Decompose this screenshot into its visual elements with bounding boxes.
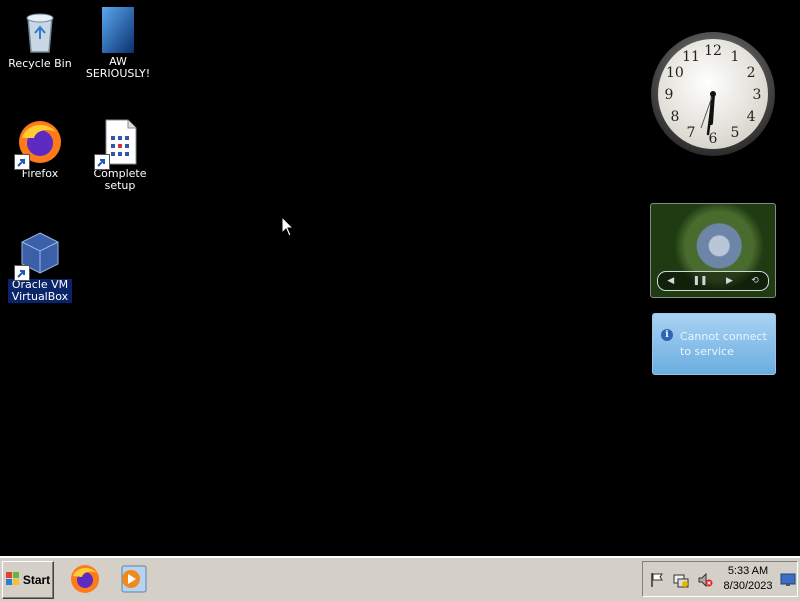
clock-numeral: 5 xyxy=(731,125,740,141)
windows-logo-icon xyxy=(5,571,20,589)
clock-numeral: 3 xyxy=(753,87,762,103)
show-desktop-icon[interactable] xyxy=(780,572,796,588)
slideshow-gadget[interactable]: ◀ ❚❚ ▶ ⟲ xyxy=(650,203,776,298)
quicklaunch-firefox[interactable] xyxy=(70,564,100,594)
weather-message: Cannot connect to service xyxy=(680,330,767,358)
desktop-icon-label: Complete setup xyxy=(93,167,147,192)
mouse-cursor-icon xyxy=(281,216,295,237)
desktop-icon-label: AW SERIOUSLY! xyxy=(85,55,151,80)
previous-icon[interactable]: ◀ xyxy=(667,276,674,286)
tray-clock-date[interactable]: 8/30/2023 xyxy=(715,580,781,592)
clock-numeral: 9 xyxy=(665,87,674,103)
virtualbox-icon xyxy=(14,229,64,281)
shortcut-arrow-icon xyxy=(14,154,30,170)
desktop-icon-complete-setup[interactable]: Complete setup xyxy=(80,118,160,192)
desktop-icon-label: Oracle VM VirtualBox xyxy=(8,279,72,303)
clock-numeral: 7 xyxy=(687,125,696,141)
tray-clock-time[interactable]: 5:33 AM xyxy=(715,565,781,577)
clock-numeral: 2 xyxy=(747,65,756,81)
clock-numeral: 1 xyxy=(731,49,740,65)
desktop-icon-virtualbox[interactable]: Oracle VM VirtualBox xyxy=(0,229,80,303)
view-icon[interactable]: ⟲ xyxy=(751,276,759,286)
clock-gadget[interactable]: 12 1 2 3 4 5 6 7 8 9 10 11 xyxy=(649,30,777,158)
start-button[interactable]: Start xyxy=(2,561,54,599)
media-player-icon xyxy=(121,565,147,593)
clock-numeral: 4 xyxy=(747,109,756,125)
clock-numeral: 10 xyxy=(666,65,684,81)
firefox-icon xyxy=(71,565,99,593)
slideshow-controls: ◀ ❚❚ ▶ ⟲ xyxy=(657,271,769,291)
quicklaunch-media-player[interactable] xyxy=(118,564,148,594)
system-tray: 5:33 AM 8/30/2023 xyxy=(642,561,798,597)
shortcut-arrow-icon xyxy=(94,154,110,170)
network-icon[interactable] xyxy=(673,572,689,588)
next-icon[interactable]: ▶ xyxy=(726,276,733,286)
taskbar: Start 5:33 AM 8/30/2023 xyxy=(0,556,800,601)
shortcut-arrow-icon xyxy=(14,265,30,281)
clock-numeral: 6 xyxy=(709,131,718,147)
firefox-icon xyxy=(14,118,64,170)
flag-icon[interactable] xyxy=(649,572,665,588)
recycle-bin-icon xyxy=(16,8,64,56)
volume-muted-icon[interactable] xyxy=(697,572,713,588)
clock-numeral: 11 xyxy=(682,49,700,65)
clock-numeral: 8 xyxy=(670,109,679,125)
image-file-icon xyxy=(94,6,142,54)
weather-gadget[interactable]: i Cannot connect to service xyxy=(652,313,776,375)
desktop-icon-recycle-bin[interactable]: Recycle Bin xyxy=(0,8,80,70)
desktop-icon-firefox[interactable]: Firefox xyxy=(0,118,80,180)
clock-numeral: 12 xyxy=(704,43,722,59)
desktop-icon-aw-seriously[interactable]: AW SERIOUSLY! xyxy=(78,6,158,80)
pause-icon[interactable]: ❚❚ xyxy=(692,276,707,286)
setup-file-icon xyxy=(94,118,144,170)
start-label: Start xyxy=(22,573,51,587)
info-icon: i xyxy=(661,329,673,341)
desktop-icon-label: Recycle Bin xyxy=(8,57,72,70)
